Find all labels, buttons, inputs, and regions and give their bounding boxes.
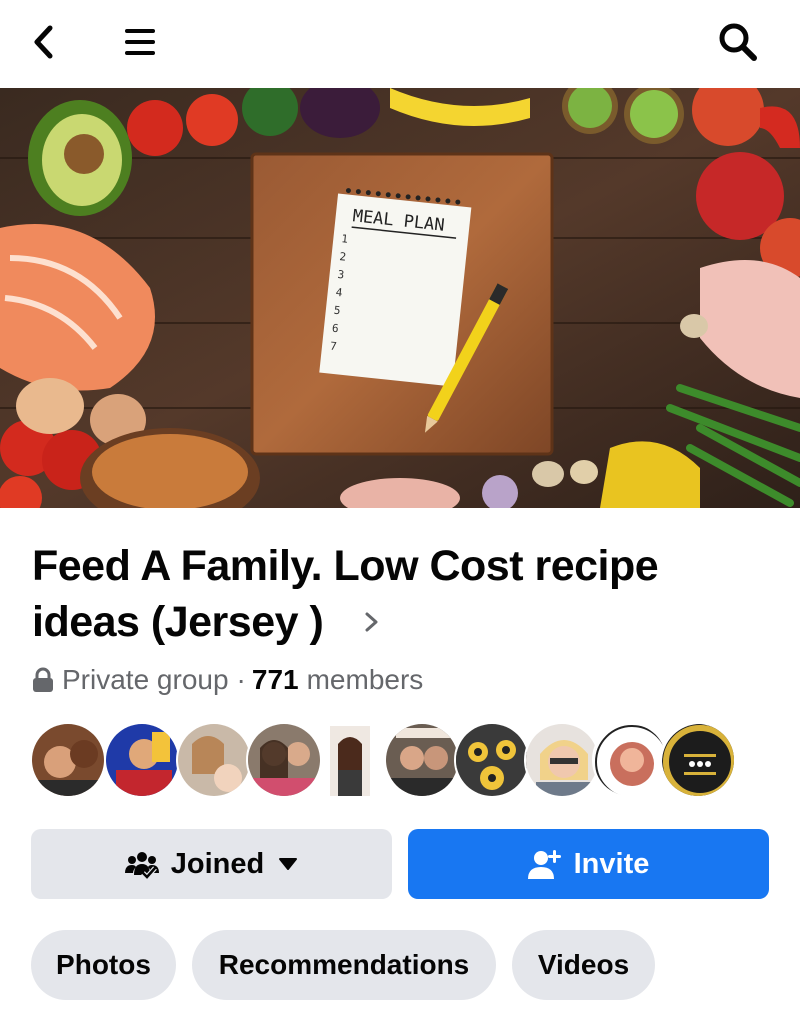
tab-videos[interactable]: Videos (512, 930, 655, 1000)
caret-down-icon (278, 857, 298, 871)
member-count[interactable]: 771 (252, 664, 299, 696)
invite-label: Invite (573, 847, 650, 880)
back-button[interactable] (16, 14, 72, 70)
notepad-number: 2 (339, 250, 347, 264)
avatar[interactable] (384, 722, 460, 798)
tab-recommendations[interactable]: Recommendations (192, 930, 496, 1000)
members-label[interactable]: members (307, 664, 424, 696)
group-members-icon (124, 849, 159, 879)
notepad-number: 5 (333, 304, 341, 318)
privacy-label: Private group (62, 664, 229, 695)
avatar[interactable] (524, 722, 600, 798)
group-cover-photo[interactable]: MEAL PLAN 1 2 3 4 5 6 7 (0, 88, 800, 508)
chevron-left-icon (34, 25, 53, 59)
search-icon (719, 23, 757, 61)
avatar[interactable] (330, 726, 370, 796)
top-navigation-bar (0, 0, 800, 88)
notepad-number: 3 (337, 268, 345, 282)
notepad-number: 1 (341, 232, 349, 246)
notepad-number: 7 (329, 340, 337, 354)
group-title[interactable]: Feed A Family. Low Cost recipe ideas (Je… (32, 538, 752, 650)
lock-icon (33, 667, 53, 692)
avatar[interactable] (176, 722, 252, 798)
joined-label: Joined (170, 847, 265, 880)
avatar[interactable] (660, 722, 736, 798)
meta-separator: · (236, 664, 246, 695)
group-meta: Private group · 771 members (32, 660, 423, 700)
avatar[interactable] (30, 722, 106, 798)
member-avatars[interactable] (30, 720, 770, 800)
invite-button[interactable]: Invite (408, 829, 769, 899)
menu-button[interactable] (112, 14, 168, 70)
chevron-right-icon[interactable] (360, 608, 384, 636)
avatar[interactable] (592, 722, 668, 798)
add-person-icon (527, 848, 562, 880)
hamburger-menu-icon (125, 29, 155, 55)
avatar[interactable] (104, 722, 180, 798)
joined-button[interactable]: Joined (31, 829, 392, 899)
tab-photos[interactable]: Photos (31, 930, 176, 1000)
search-button[interactable] (710, 14, 766, 70)
notepad-number: 6 (331, 322, 339, 336)
avatar[interactable] (454, 722, 530, 798)
avatar[interactable] (246, 722, 322, 798)
